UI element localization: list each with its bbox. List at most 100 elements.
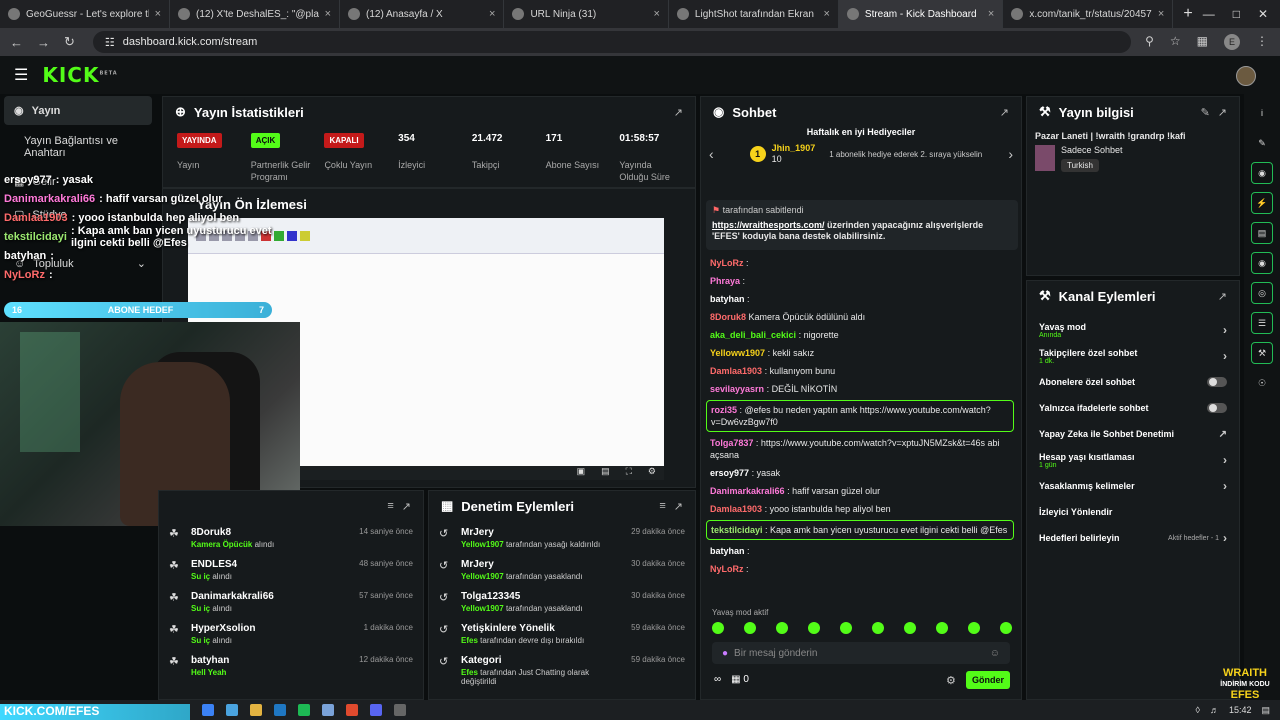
tools-icon[interactable]: ⚒ [1251, 342, 1273, 364]
browser-tab[interactable]: LightShot tarafından Ekran Gör × [669, 0, 839, 28]
user-avatar[interactable] [1236, 66, 1256, 86]
chat-username[interactable]: Tolga7837 [710, 438, 753, 448]
tab-close-icon[interactable]: × [653, 8, 659, 20]
emoji-icon[interactable]: ☺ [990, 648, 1000, 659]
emote-icon[interactable] [968, 622, 980, 634]
chat-username[interactable]: Phraya [710, 276, 740, 286]
chevron-right-icon[interactable]: › [1223, 453, 1227, 467]
chat-username[interactable]: rozi35 [711, 405, 737, 415]
nav-item-stream-key[interactable]: Yayın Bağlantısı ve Anahtarı [0, 127, 156, 167]
popout-icon[interactable]: ↗ [1218, 106, 1227, 119]
browser-tab[interactable]: (12) Anasayfa / X × [340, 0, 505, 28]
settings-icon[interactable]: ⚙ [648, 466, 656, 480]
channel-action-row[interactable]: Takipçilere özel sohbet 1 dk. › [1027, 343, 1239, 369]
chat-username[interactable]: aka_deli_bali_cekici [710, 330, 796, 340]
popout-icon[interactable]: ↗ [674, 106, 683, 119]
discord-icon[interactable] [370, 704, 382, 716]
popout-icon[interactable]: ↗ [1218, 290, 1227, 303]
chat-username[interactable]: Danimarkakrali66 [710, 486, 785, 496]
mod-action-target[interactable]: MrJery [461, 559, 623, 570]
chat-username[interactable]: Damlaa1903 [710, 504, 762, 514]
url-input[interactable]: ☷ dashboard.kick.com/stream [92, 31, 1132, 53]
zoom-icon[interactable]: ⚲ [1145, 34, 1154, 50]
pinned-link[interactable]: https://wraithesports.com/ [712, 220, 825, 230]
kick-logo[interactable]: KICKBETA [42, 63, 117, 87]
infinite-icon[interactable]: ∞ [714, 674, 721, 685]
chat-username[interactable]: Yelloww1907 [710, 348, 765, 358]
browser-tab[interactable]: x.com/tanik_tr/status/2045768 × [1003, 0, 1174, 28]
tab-close-icon[interactable]: × [823, 8, 829, 20]
menu-dots-icon[interactable]: ⋮ [1256, 34, 1268, 50]
filter-icon[interactable]: ≡ [387, 500, 393, 512]
lightning-icon[interactable]: ⚡ [1251, 192, 1273, 214]
extensions-icon[interactable]: ▦ [1197, 34, 1208, 50]
chevron-right-icon[interactable]: › [1223, 479, 1227, 493]
external-link-icon[interactable]: ↗ [1219, 429, 1227, 440]
chrome-icon[interactable] [346, 704, 358, 716]
points[interactable]: ▦ 0 [731, 674, 749, 685]
popout-icon[interactable]: ↗ [402, 500, 411, 513]
reload-icon[interactable]: ↻ [64, 34, 75, 50]
emote-icon[interactable] [936, 622, 948, 634]
mod-action-target[interactable]: Tolga123345 [461, 591, 623, 602]
event-user[interactable]: batyhan [191, 655, 351, 666]
new-tab-icon[interactable]: + [1173, 5, 1202, 23]
channel-action-row[interactable]: Yasaklanmış kelimeler › [1027, 473, 1239, 499]
browser-tab[interactable]: Stream - Kick Dashboard × [838, 0, 1004, 28]
event-user[interactable]: ENDLES4 [191, 559, 351, 570]
chevron-right-icon[interactable]: › [1223, 349, 1227, 363]
pencil-icon[interactable]: ✎ [1251, 132, 1273, 154]
more-icon[interactable]: ☉ [1251, 372, 1273, 394]
notification-icon[interactable]: ▤ [1261, 705, 1270, 716]
chat-username[interactable]: 8Doruk8 [710, 312, 746, 322]
volume-icon[interactable]: ♬ [1210, 705, 1219, 716]
chat-bubble-icon[interactable]: ◉ [1251, 252, 1273, 274]
forward-icon[interactable]: → [37, 35, 50, 50]
tab-close-icon[interactable]: × [988, 8, 994, 20]
list-icon[interactable]: ☰ [1251, 312, 1273, 334]
browser-tab[interactable]: (12) X'te DeshalES_: "@platcom × [170, 0, 340, 28]
bookmark-star-icon[interactable]: ☆ [1170, 34, 1181, 50]
tab-close-icon[interactable]: × [155, 8, 161, 20]
event-user[interactable]: 8Doruk8 [191, 527, 351, 538]
chevron-left-icon[interactable]: ‹ [709, 146, 714, 162]
obs-icon[interactable] [394, 704, 406, 716]
browser-tab[interactable]: URL Ninja (31) × [504, 0, 669, 28]
pip-icon[interactable]: ▣ [577, 466, 586, 480]
tab-close-icon[interactable]: × [489, 8, 495, 20]
clock[interactable]: 15:42 [1229, 705, 1252, 716]
browser-tab[interactable]: GeoGuessr - Let's explore the w × [0, 0, 170, 28]
info-icon[interactable]: i [1251, 102, 1273, 124]
close-window-icon[interactable]: ✕ [1258, 7, 1268, 21]
photos-icon[interactable] [322, 704, 334, 716]
maximize-icon[interactable]: □ [1233, 7, 1240, 21]
tab-close-icon[interactable]: × [1158, 8, 1164, 20]
site-info-icon[interactable]: ☷ [105, 36, 115, 49]
minimize-icon[interactable]: — [1203, 7, 1215, 21]
chat-username[interactable]: ersoy977 [710, 468, 749, 478]
category-name[interactable]: Sadece Sohbet [1061, 145, 1123, 155]
chevron-right-icon[interactable]: › [1223, 531, 1227, 545]
emote-icon[interactable] [872, 622, 884, 634]
mic-icon[interactable]: ● [722, 648, 728, 659]
channel-action-row[interactable]: Yavaş mod Anında › [1027, 317, 1239, 343]
doc-icon[interactable]: ▤ [1251, 222, 1273, 244]
network-icon[interactable]: ◊ [1196, 705, 1200, 716]
chat-username[interactable]: NyLoRz [710, 258, 744, 268]
chat-input[interactable]: ● Bir mesaj gönderin ☺ [712, 642, 1010, 664]
mod-action-target[interactable]: Yetişkinlere Yönelik [461, 623, 623, 634]
emote-icon[interactable] [744, 622, 756, 634]
edit-icon[interactable]: ✎ [1201, 106, 1210, 119]
channel-action-row[interactable]: Abonelere özel sohbet [1027, 369, 1239, 395]
chat-username[interactable]: NyLoRz [710, 564, 744, 574]
profile-avatar[interactable]: E [1224, 34, 1240, 50]
toggle-switch[interactable] [1207, 403, 1227, 413]
hamburger-menu-icon[interactable]: ☰ [0, 65, 42, 85]
fullscreen-icon[interactable]: ⛶ [626, 466, 632, 480]
outlook-icon[interactable] [274, 704, 286, 716]
event-user[interactable]: HyperXsolion [191, 623, 356, 634]
chevron-right-icon[interactable]: › [1008, 146, 1013, 162]
toggle-switch[interactable] [1207, 377, 1227, 387]
event-user[interactable]: Danimarkakrali66 [191, 591, 351, 602]
channel-action-row[interactable]: İzleyici Yönlendir [1027, 499, 1239, 525]
